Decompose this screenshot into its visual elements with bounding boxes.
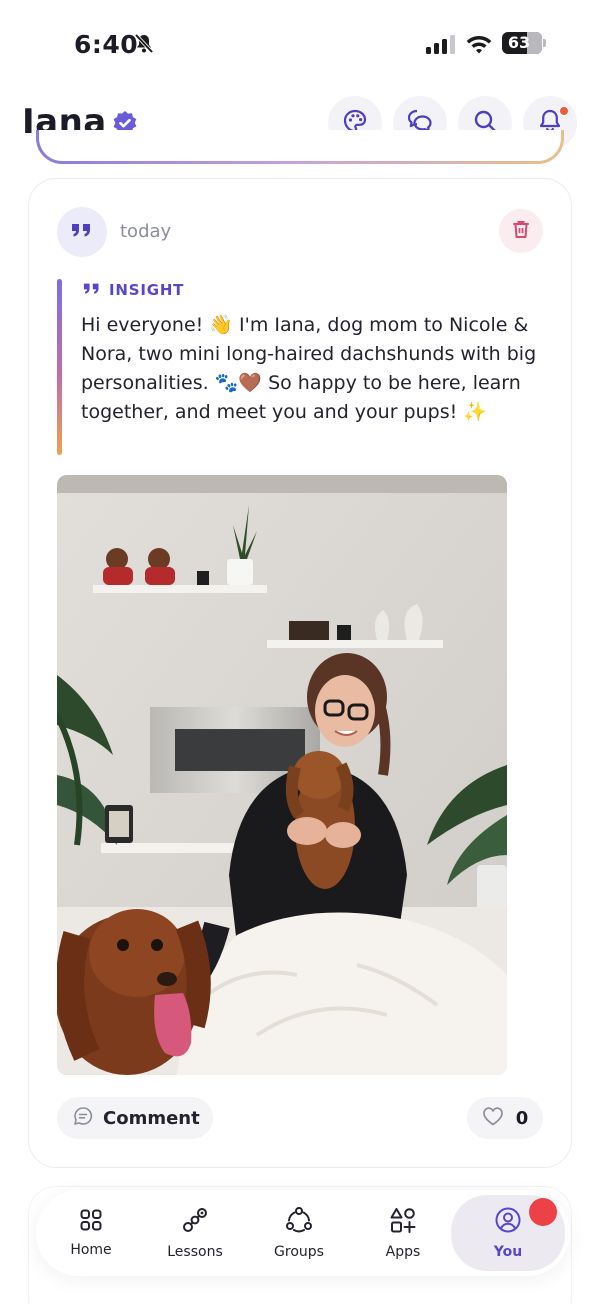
nav-label-you: You bbox=[493, 1244, 523, 1260]
cellular-signal-icon bbox=[426, 34, 456, 54]
comment-button[interactable]: Comment bbox=[57, 1097, 213, 1139]
status-time: 6:40 bbox=[74, 30, 139, 59]
trash-icon bbox=[512, 219, 530, 243]
quote-small-icon bbox=[83, 280, 101, 299]
like-count: 0 bbox=[515, 1107, 529, 1129]
delete-post-button[interactable] bbox=[499, 209, 543, 253]
nav-item-home[interactable]: Home bbox=[39, 1190, 143, 1276]
nav-item-lessons[interactable]: Lessons bbox=[143, 1190, 247, 1276]
like-button[interactable]: 0 bbox=[467, 1097, 543, 1139]
post-type-label: INSIGHT bbox=[83, 280, 184, 299]
comment-label: Comment bbox=[103, 1107, 200, 1129]
insight-accent-bar bbox=[57, 279, 62, 455]
nav-notification-badge bbox=[529, 1198, 557, 1226]
nav-label-lessons: Lessons bbox=[167, 1244, 223, 1260]
profile-icon bbox=[494, 1206, 522, 1238]
nav-item-groups[interactable]: Groups bbox=[247, 1190, 351, 1276]
post-card: today INSIGHT Hi everyone! 👋 I'm Iana, d… bbox=[28, 178, 572, 1168]
battery-tip bbox=[543, 39, 546, 47]
lessons-path-icon bbox=[181, 1206, 209, 1238]
nav-label-apps: Apps bbox=[385, 1244, 421, 1260]
comment-icon bbox=[73, 1106, 93, 1130]
wifi-icon bbox=[465, 32, 493, 58]
battery-level-text: 63 bbox=[507, 33, 531, 52]
battery-body: 63 bbox=[502, 32, 542, 54]
home-grid-icon bbox=[79, 1208, 103, 1236]
bell-muted-icon bbox=[134, 33, 154, 59]
groups-icon bbox=[285, 1206, 313, 1238]
heart-icon bbox=[482, 1106, 504, 1130]
post-photo[interactable] bbox=[57, 475, 507, 1075]
nav-label-home: Home bbox=[70, 1242, 112, 1258]
insight-label: INSIGHT bbox=[109, 280, 185, 299]
status-bar: 6:40 63 bbox=[0, 0, 600, 88]
nav-item-apps[interactable]: Apps bbox=[351, 1190, 455, 1276]
quote-icon bbox=[71, 222, 93, 242]
post-text: Hi everyone! 👋 I'm Iana, dog mom to Nico… bbox=[81, 314, 537, 423]
nav-label-groups: Groups bbox=[274, 1244, 324, 1260]
bottom-navigation: Home Lessons Groups Apps You bbox=[36, 1190, 570, 1276]
battery-indicator: 63 bbox=[502, 32, 546, 54]
photo-illustration bbox=[57, 475, 507, 1075]
post-timestamp: today bbox=[120, 221, 172, 242]
nav-item-you[interactable]: You bbox=[451, 1195, 565, 1271]
previous-card-edge bbox=[36, 130, 564, 164]
apps-icon bbox=[389, 1206, 417, 1238]
post-type-avatar bbox=[57, 207, 107, 257]
notification-dot bbox=[559, 106, 569, 116]
